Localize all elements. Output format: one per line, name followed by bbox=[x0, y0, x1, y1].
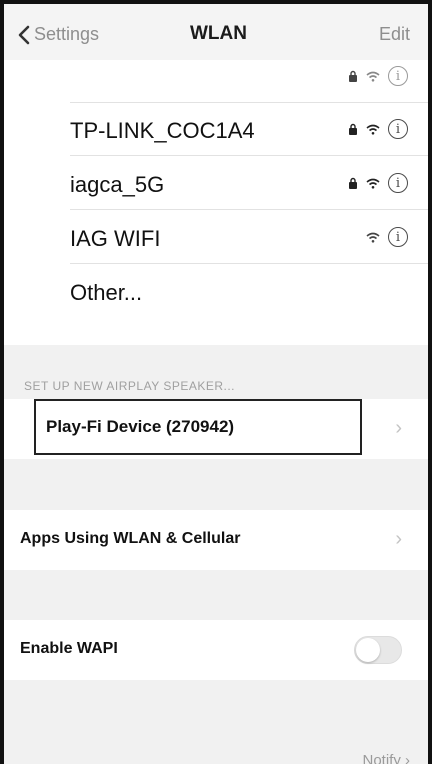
toggle-knob bbox=[356, 638, 380, 662]
notify-label: Notify bbox=[362, 752, 401, 764]
info-icon[interactable]: i bbox=[388, 119, 408, 139]
chevron-left-icon bbox=[18, 25, 30, 44]
apps-using-wlan-label: Apps Using WLAN & Cellular bbox=[20, 530, 241, 547]
apps-using-wlan-row[interactable]: Apps Using WLAN & Cellular › bbox=[4, 510, 428, 570]
info-icon[interactable]: i bbox=[388, 66, 408, 86]
enable-wapi-row: Enable WAPI bbox=[4, 620, 428, 680]
wifi-signal-icon bbox=[366, 232, 380, 243]
back-label: Settings bbox=[34, 24, 100, 44]
other-network-label: Other... bbox=[70, 280, 143, 305]
lock-icon bbox=[349, 70, 357, 82]
row-divider bbox=[70, 155, 428, 156]
wifi-signal-icon bbox=[366, 71, 380, 82]
chevron-right-icon: › bbox=[405, 752, 410, 764]
network-row[interactable]: i bbox=[4, 50, 428, 103]
network-row[interactable]: iagca_5G i bbox=[4, 157, 428, 210]
back-button[interactable]: Settings bbox=[18, 24, 99, 45]
network-list: i TP-LINK_COC1A4 i iagca_5G i IAG WIFI i… bbox=[4, 60, 428, 345]
lock-icon bbox=[349, 177, 357, 189]
other-network-row[interactable]: Other... bbox=[4, 265, 428, 318]
wifi-signal-icon bbox=[366, 178, 380, 189]
chevron-right-icon: › bbox=[395, 528, 402, 550]
wifi-signal-icon bbox=[366, 124, 380, 135]
airplay-section-header: SET UP NEW AIRPLAY SPEAKER... bbox=[24, 379, 236, 393]
info-icon[interactable]: i bbox=[388, 173, 408, 193]
airplay-device-label: Play-Fi Device (270942) bbox=[46, 417, 235, 436]
airplay-row[interactable]: Play-Fi Device (270942) › bbox=[4, 399, 428, 459]
edit-button[interactable]: Edit bbox=[379, 24, 410, 45]
network-name: iagca_5G bbox=[70, 172, 165, 197]
row-divider bbox=[70, 209, 428, 210]
row-divider bbox=[70, 263, 428, 264]
notify-button[interactable]: Notify › bbox=[362, 752, 410, 764]
chevron-right-icon: › bbox=[395, 417, 402, 439]
network-row[interactable]: TP-LINK_COC1A4 i bbox=[4, 103, 428, 156]
info-icon[interactable]: i bbox=[388, 227, 408, 247]
network-name: TP-LINK_COC1A4 bbox=[70, 118, 255, 143]
page-title: WLAN bbox=[190, 23, 247, 44]
enable-wapi-toggle[interactable] bbox=[354, 636, 402, 664]
network-name: IAG WIFI bbox=[70, 226, 161, 251]
screenshot-frame: Settings WLAN Edit i TP-LINK_COC1A4 i ia… bbox=[0, 0, 432, 764]
enable-wapi-label: Enable WAPI bbox=[20, 640, 118, 657]
network-row[interactable]: IAG WIFI i bbox=[4, 211, 428, 264]
lock-icon bbox=[349, 123, 357, 135]
